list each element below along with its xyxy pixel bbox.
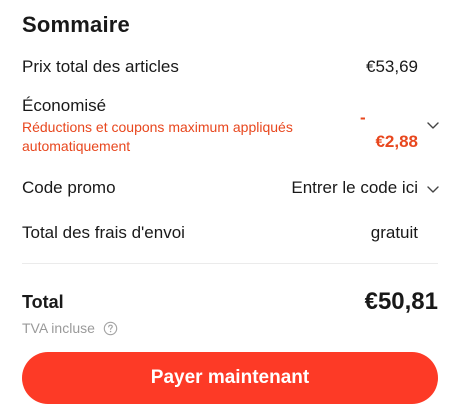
total-label: Total — [22, 292, 64, 312]
total-row: Total €50,81 — [22, 288, 438, 317]
promo-label: Code promo — [22, 178, 116, 197]
items-total-value: €53,69 — [366, 57, 418, 76]
items-total-label: Prix total des articles — [22, 57, 179, 76]
shipping-row: Total des frais d'envoi gratuit — [22, 223, 438, 245]
promo-row[interactable]: Code promo Entrer le code ici — [22, 178, 440, 200]
total-value: €50,81 — [364, 288, 438, 315]
savings-note: Réductions et coupons maximum appliqués … — [22, 119, 293, 154]
enter-promo-code-link[interactable]: Entrer le code ici — [291, 178, 418, 198]
summary-title: Sommaire — [22, 12, 130, 37]
vat-note: TVA incluse — [22, 320, 118, 336]
savings-sign: - — [360, 108, 366, 127]
items-total-row: Prix total des articles €53,69 — [22, 57, 438, 79]
savings-label: Économisé — [22, 96, 107, 115]
chevron-down-icon[interactable] — [426, 182, 440, 196]
savings-amount: €2,88 — [375, 132, 418, 151]
shipping-label: Total des frais d'envoi — [22, 223, 185, 242]
shipping-value: gratuit — [370, 223, 418, 242]
vat-label: TVA incluse — [22, 320, 95, 336]
chevron-down-icon[interactable] — [426, 118, 440, 132]
order-summary: Sommaire Prix total des articles €53,69 … — [22, 0, 440, 414]
divider — [22, 263, 438, 264]
savings-value: - €2,88 — [358, 106, 418, 154]
savings-row[interactable]: Économisé Réductions et coupons maximum … — [22, 96, 440, 156]
pay-now-button[interactable]: Payer maintenant — [22, 352, 438, 404]
question-circle-icon[interactable] — [103, 321, 118, 336]
